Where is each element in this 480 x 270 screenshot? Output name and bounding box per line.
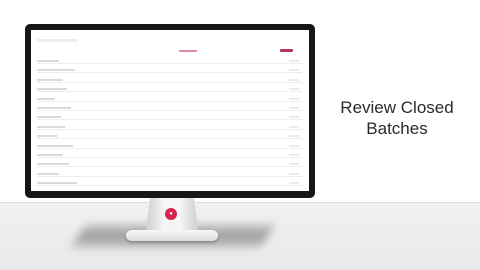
row-value [289, 60, 299, 62]
row-label [37, 78, 63, 81]
row-label [37, 88, 67, 91]
row-label [37, 97, 55, 100]
row-label [37, 106, 71, 109]
list-item[interactable] [37, 135, 303, 140]
row-value [289, 69, 299, 72]
row-value [289, 182, 299, 185]
caption-line-1: Review Closed [340, 98, 454, 117]
row-value [289, 172, 299, 175]
row-value [289, 163, 299, 166]
list-item[interactable] [37, 144, 303, 149]
row-label [37, 60, 59, 62]
list-item[interactable] [37, 106, 303, 111]
row-label [37, 182, 77, 185]
row-value [289, 88, 299, 91]
batch-list [37, 60, 303, 187]
slide-caption: Review Closed Batches [324, 97, 470, 139]
row-value [289, 153, 299, 156]
row-value [289, 144, 299, 147]
list-item[interactable] [37, 116, 303, 121]
row-value [289, 78, 299, 81]
row-label [37, 135, 57, 138]
monitor-base [126, 230, 218, 241]
row-value [289, 125, 299, 128]
row-label [37, 116, 61, 119]
monitor-frame [25, 24, 315, 198]
brand-logo-icon: ● [165, 208, 177, 220]
row-label [37, 163, 69, 166]
list-item[interactable] [37, 163, 303, 168]
monitor-screen [31, 30, 309, 191]
row-value [289, 116, 299, 119]
primary-action-button[interactable] [280, 49, 293, 52]
app-topbar [31, 30, 309, 58]
active-tab-indicator[interactable] [179, 50, 197, 52]
list-item[interactable] [37, 78, 303, 83]
list-item[interactable] [37, 97, 303, 102]
list-item[interactable] [37, 182, 303, 187]
row-label [37, 125, 65, 128]
row-value [289, 135, 299, 138]
row-label [37, 172, 59, 175]
row-label [37, 144, 73, 147]
list-item[interactable] [37, 88, 303, 93]
row-value [289, 106, 299, 109]
list-item[interactable] [37, 69, 303, 74]
row-label [37, 153, 63, 156]
list-item[interactable] [37, 172, 303, 177]
list-item[interactable] [37, 153, 303, 158]
row-value [289, 97, 299, 100]
list-item[interactable] [37, 125, 303, 130]
row-label [37, 69, 75, 72]
list-item[interactable] [37, 60, 303, 64]
app-title-placeholder [37, 39, 77, 42]
caption-line-2: Batches [366, 119, 428, 138]
floor-line [0, 202, 480, 203]
